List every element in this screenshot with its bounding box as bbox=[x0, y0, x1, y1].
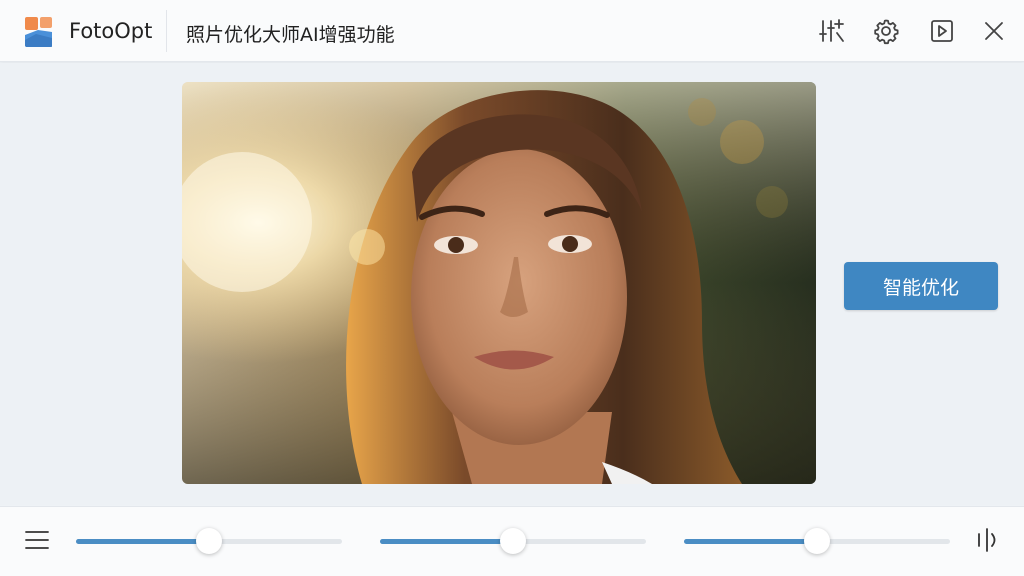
slider-thumb[interactable] bbox=[196, 528, 222, 554]
page-title: 照片优化大师AI增强功能 bbox=[186, 24, 395, 46]
menu-icon[interactable] bbox=[25, 529, 49, 551]
adjust-slider-1[interactable] bbox=[76, 526, 342, 556]
slider-fill bbox=[684, 539, 817, 544]
slider-thumb[interactable] bbox=[500, 528, 526, 554]
play-icon[interactable] bbox=[927, 16, 957, 46]
app-name: FotoOpt bbox=[69, 19, 153, 43]
title-bar: FotoOpt 照片优化大师AI增强功能 bbox=[0, 0, 1024, 62]
header-divider bbox=[166, 10, 167, 52]
gear-icon[interactable] bbox=[871, 16, 901, 46]
slider-thumb[interactable] bbox=[804, 528, 830, 554]
adjust-slider-3[interactable] bbox=[684, 526, 950, 556]
adjust-slider-2[interactable] bbox=[380, 526, 646, 556]
smart-enhance-button[interactable]: 智能优化 bbox=[844, 262, 998, 310]
compare-icon[interactable] bbox=[976, 527, 1000, 553]
app-logo bbox=[25, 17, 52, 47]
slider-fill bbox=[76, 539, 209, 544]
portrait-photo[interactable] bbox=[182, 82, 816, 484]
close-icon[interactable] bbox=[979, 16, 1009, 46]
slider-fill bbox=[380, 539, 513, 544]
adjust-icon[interactable] bbox=[816, 16, 846, 46]
